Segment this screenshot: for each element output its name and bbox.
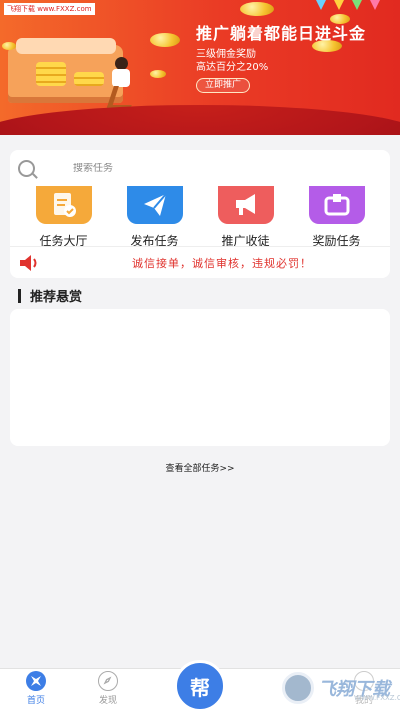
help-center-button[interactable]: 帮 bbox=[174, 660, 226, 712]
menu-item-recruit[interactable]: 推广收徒 bbox=[209, 186, 283, 249]
coin-stack-icon bbox=[36, 62, 66, 86]
view-all-tasks-link[interactable]: 查看全部任务>> bbox=[0, 461, 400, 474]
compass-icon bbox=[98, 671, 118, 691]
home-icon bbox=[26, 671, 46, 691]
watermark-label: 飞翔下载 www.FXXZ.com bbox=[4, 3, 95, 15]
search-bar[interactable] bbox=[18, 160, 323, 177]
section-header: 推荐悬赏 bbox=[18, 286, 82, 305]
notice-text: 诚信接单，诚信审核，违规必罚！ bbox=[132, 256, 312, 270]
logo-icon bbox=[282, 672, 314, 704]
menu-item-publish-task[interactable]: 发布任务 bbox=[118, 186, 192, 249]
menu-card: 任务大厅 发布任务 推广收徒 bbox=[10, 150, 390, 278]
task-list-icon bbox=[35, 186, 92, 224]
coin-icon bbox=[2, 42, 16, 50]
coin-icon bbox=[240, 2, 274, 16]
speaker-icon bbox=[18, 251, 42, 275]
section-accent-bar bbox=[18, 288, 21, 303]
coin-icon bbox=[150, 70, 166, 78]
coin-icon bbox=[150, 33, 180, 47]
promo-banner[interactable]: 飞翔下载 www.FXXZ.com 推广躺着都能日进斗金 三级佣金奖励 高达百分… bbox=[0, 0, 400, 135]
logo-subtext: WWW.FXXZ.COM bbox=[354, 694, 400, 702]
gift-box-icon bbox=[308, 186, 365, 224]
promote-now-button[interactable]: 立即推广 bbox=[196, 78, 251, 93]
recommended-list-card bbox=[10, 309, 390, 446]
bunting-flags bbox=[316, 0, 380, 10]
menu-item-reward-task[interactable]: 奖励任务 bbox=[300, 186, 374, 249]
feature-menu: 任务大厅 发布任务 推广收徒 奖励任务 bbox=[10, 186, 390, 249]
send-plane-icon bbox=[126, 186, 183, 224]
banner-subtitle: 高达百分之20% bbox=[196, 62, 269, 73]
banner-title: 推广躺着都能日进斗金 bbox=[196, 24, 367, 43]
nav-label: 发现 bbox=[98, 696, 117, 706]
nav-home[interactable]: 首页 bbox=[16, 671, 56, 706]
search-icon bbox=[18, 160, 35, 177]
search-input[interactable] bbox=[73, 163, 323, 174]
nav-label: 首页 bbox=[26, 696, 45, 706]
menu-item-task-hall[interactable]: 任务大厅 bbox=[27, 186, 101, 249]
coin-stack-icon bbox=[74, 72, 104, 86]
nav-discover[interactable]: 发现 bbox=[88, 671, 128, 706]
notice-bar[interactable]: 诚信接单，诚信审核，违规必罚！ bbox=[10, 246, 390, 278]
site-logo-watermark: 飞翔下载 WWW.FXXZ.COM bbox=[282, 668, 400, 708]
megaphone-icon bbox=[217, 186, 274, 224]
section-title: 推荐悬赏 bbox=[30, 290, 83, 305]
